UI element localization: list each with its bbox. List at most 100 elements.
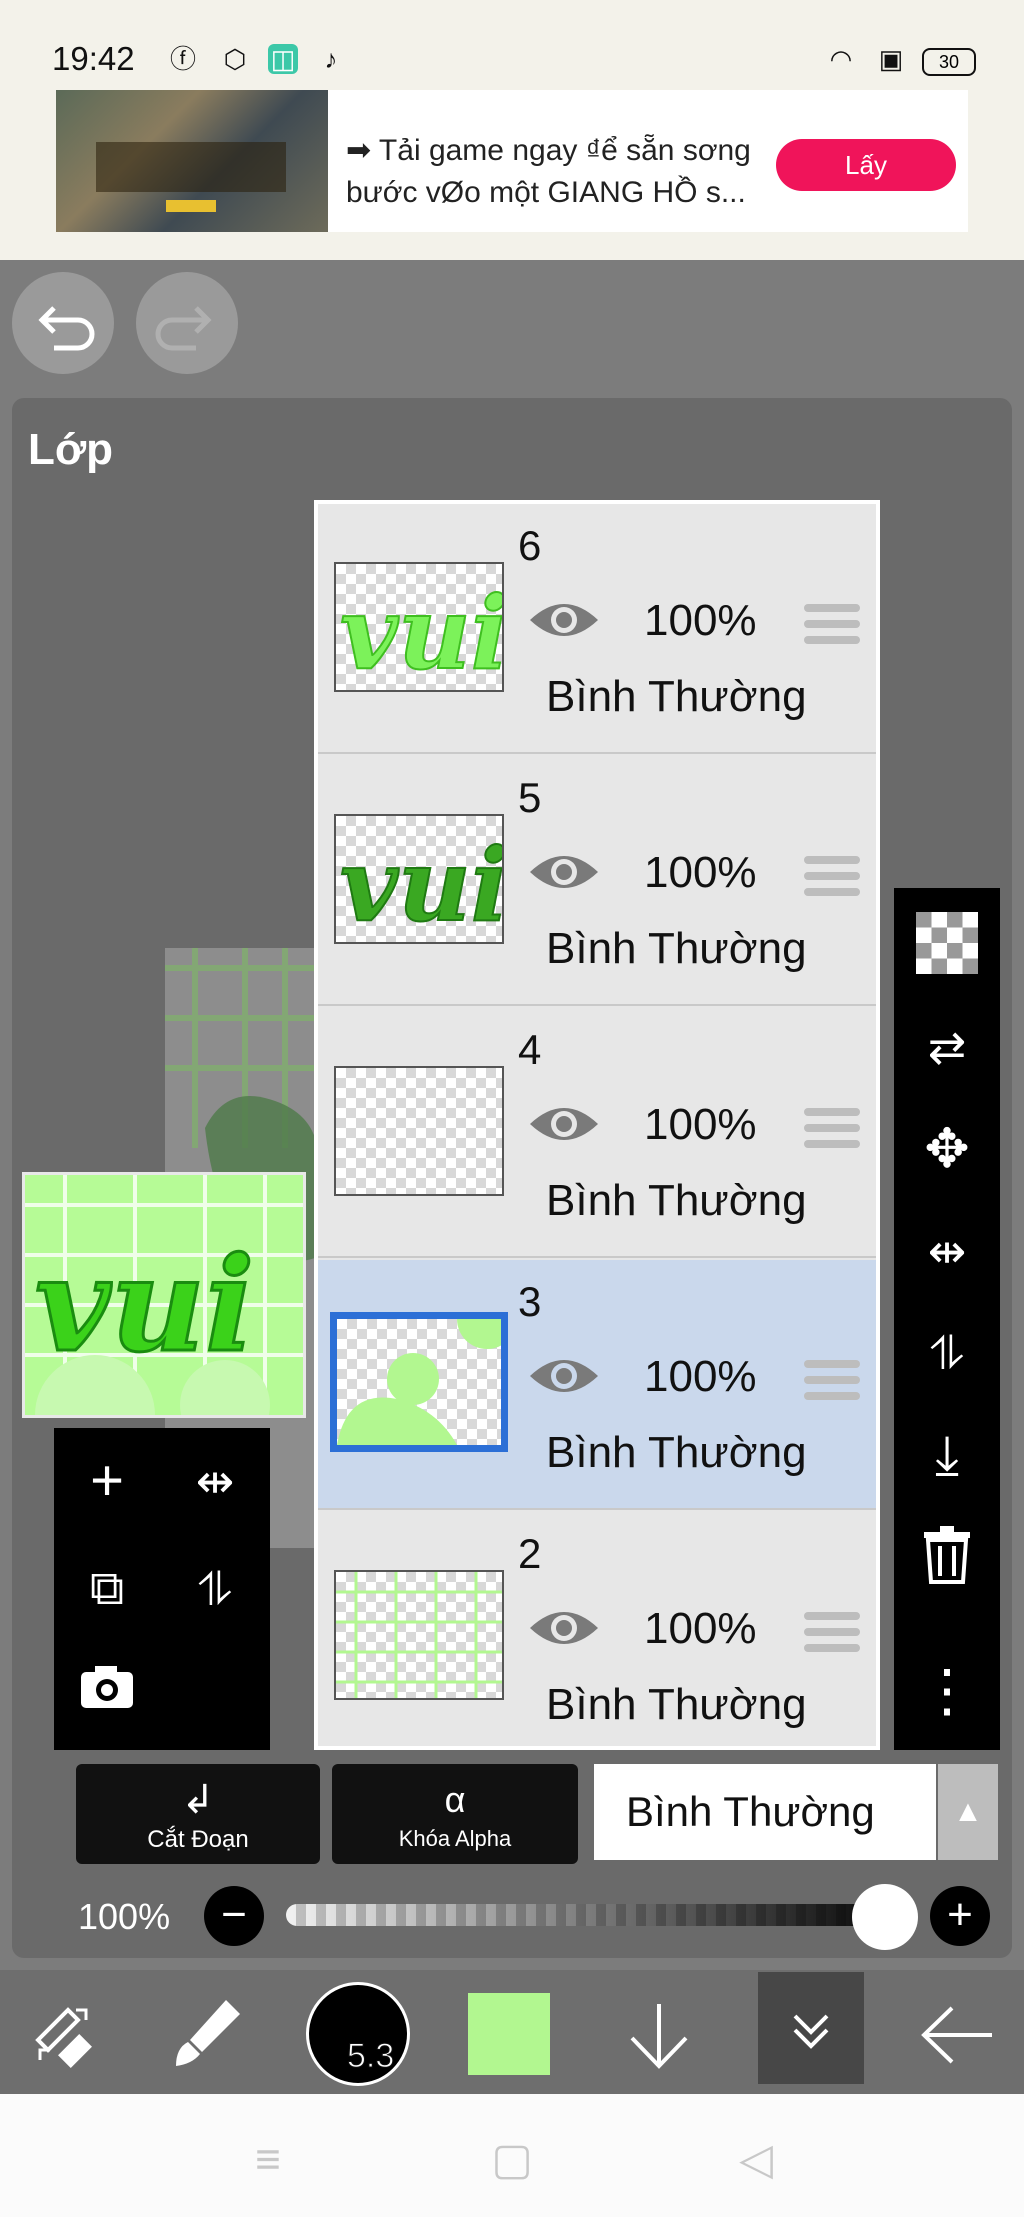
double-chevron-down-button[interactable]	[758, 1972, 864, 2084]
facebook-icon: ⓕ	[169, 44, 196, 74]
layer-thumbnail[interactable]	[330, 1312, 508, 1452]
drag-handle-icon[interactable]	[804, 1612, 860, 1656]
ad-text[interactable]: ➡ Tải game ngay ₫ể sẵn sơng bước vØo một…	[346, 130, 826, 214]
layer-opacity: 100%	[644, 1352, 757, 1401]
wifi-icon: ◠	[829, 44, 853, 74]
add-layer-button[interactable]: +	[62, 1436, 152, 1526]
arrow-left-icon	[921, 2006, 992, 2064]
clip-arrow-icon: ↲	[181, 1778, 215, 1822]
layer-opacity: 100%	[644, 848, 757, 897]
redo-button[interactable]	[136, 272, 238, 374]
opacity-label: 100%	[78, 1896, 171, 1937]
blend-mode-select[interactable]: Bình Thường	[594, 1764, 936, 1860]
trash-icon	[924, 1526, 970, 1584]
drag-handle-icon[interactable]	[804, 856, 860, 900]
lock-alpha-icon: α	[444, 1779, 466, 1820]
flip-vertical-button[interactable]: ⥮	[170, 1544, 260, 1634]
double-chevron-down-icon	[793, 2014, 829, 2049]
ad-banner[interactable]: ➡ Tải game ngay ₫ể sẵn sơng bước vØo một…	[56, 90, 968, 232]
drag-handle-icon[interactable]	[804, 1360, 860, 1404]
screen-icon: ▣	[878, 44, 904, 74]
undo-button[interactable]	[12, 272, 114, 374]
tiktok-icon: ♪	[324, 44, 338, 74]
app-hex-icon: ⬡	[223, 44, 247, 74]
camera-icon	[81, 1666, 133, 1708]
layer-number: 6	[518, 522, 542, 569]
checkerboard-icon	[916, 912, 978, 974]
status-time: 19:42	[52, 40, 135, 77]
transparency-checker-button[interactable]	[914, 912, 980, 978]
redo-icon	[155, 306, 212, 351]
panel-title: Lớp	[28, 425, 114, 474]
flip-vertical-right-button[interactable]: ⥮	[914, 1320, 980, 1386]
svg-text:vui: vui	[340, 826, 502, 942]
more-options-button[interactable]: ⋮	[914, 1658, 980, 1724]
layer-opacity: 100%	[644, 596, 757, 645]
opacity-minus-button[interactable]: −	[204, 1886, 264, 1946]
color-swatch[interactable]	[468, 1993, 550, 2075]
layer-thumbnail[interactable]: vui	[334, 814, 504, 944]
move-button[interactable]: ✥	[914, 1116, 980, 1182]
layer-blend-mode: Bình Thường	[546, 1680, 807, 1729]
visibility-eye-icon[interactable]	[528, 1604, 600, 1652]
brush-icon	[176, 2000, 240, 2066]
layer-thumbnail[interactable]	[334, 1066, 504, 1196]
layer-opacity: 100%	[644, 1100, 757, 1149]
layer-number: 4	[518, 1026, 542, 1073]
down-arrow-button[interactable]	[614, 1990, 704, 2080]
drag-handle-icon[interactable]	[804, 1108, 860, 1152]
layer-row[interactable]: 5 vui 100% Bình Thường	[318, 756, 876, 1006]
alpha-lock-button[interactable]: α Khóa Alpha	[332, 1764, 578, 1864]
duplicate-layer-button[interactable]: ⧉	[62, 1544, 152, 1634]
back-nav-icon[interactable]: ◁	[726, 2130, 786, 2190]
merge-down-button[interactable]: ⤓	[914, 1422, 980, 1488]
layer-opacity: 100%	[644, 1604, 757, 1653]
camera-button[interactable]	[62, 1652, 152, 1742]
arrow-down-icon	[630, 2004, 688, 2069]
ad-image[interactable]	[56, 90, 328, 232]
layer-blend-mode: Bình Thường	[546, 1176, 807, 1225]
delete-layer-button[interactable]	[914, 1524, 980, 1590]
layer-number: 5	[518, 774, 542, 821]
layer-blend-mode: Bình Thường	[546, 672, 807, 721]
layer-row[interactable]: 4 100% Bình Thường	[318, 1008, 876, 1258]
blend-mode-arrow-icon[interactable]: ▲	[938, 1764, 998, 1860]
drag-handle-icon[interactable]	[804, 604, 860, 648]
visibility-eye-icon[interactable]	[528, 596, 600, 644]
battery-icon: 30	[922, 48, 976, 76]
brush-tool-button[interactable]	[162, 1990, 252, 2080]
visibility-eye-icon[interactable]	[528, 1100, 600, 1148]
undo-icon	[38, 306, 95, 351]
canvas-thumbnail[interactable]: vui	[22, 1172, 306, 1418]
layer-number: 2	[518, 1530, 542, 1577]
tool-switch-button[interactable]	[18, 1990, 108, 2080]
layer-row-selected[interactable]: 3 100% Bình Thường	[318, 1260, 876, 1510]
layer-number: 3	[518, 1278, 542, 1325]
opacity-slider-knob[interactable]	[852, 1884, 918, 1950]
app-store-icon: ◫	[268, 44, 298, 74]
swap-layer-button[interactable]: ⇄	[914, 1014, 980, 1080]
layer-blend-mode: Bình Thường	[546, 1428, 807, 1477]
opacity-plus-button[interactable]: +	[930, 1886, 990, 1946]
home-nav-icon[interactable]: ▢	[482, 2130, 542, 2190]
svg-text:vui: vui	[340, 574, 502, 690]
svg-text:vui: vui	[35, 1228, 254, 1381]
flip-horizontal-button[interactable]: ⇹	[170, 1436, 260, 1526]
layer-row[interactable]: 2 100% Bình Thường	[318, 1512, 876, 1746]
layer-thumbnail[interactable]: vui	[334, 562, 504, 692]
ad-cta-button[interactable]: Lấy	[776, 139, 956, 191]
pen-eraser-swap-icon	[35, 2007, 92, 2068]
layer-thumbnail[interactable]	[334, 1570, 504, 1700]
right-toolbox: ⇄ ✥ ⇹ ⥮ ⤓ ⋮	[894, 888, 1000, 1750]
visibility-eye-icon[interactable]	[528, 848, 600, 896]
brush-size-button[interactable]: 5.3	[306, 1982, 410, 2086]
layer-list[interactable]: 6 vui 100% Bình Thường 5 vui 100% Bình T…	[314, 500, 880, 1750]
layer-row[interactable]: 6 vui 100% Bình Thường	[318, 504, 876, 754]
menu-nav-icon[interactable]: ≡	[238, 2130, 298, 2190]
back-button[interactable]	[912, 1990, 1002, 2080]
clipping-button[interactable]: ↲ Cắt Đoạn	[76, 1764, 320, 1864]
opacity-slider[interactable]	[286, 1904, 906, 1926]
layer-blend-mode: Bình Thường	[546, 924, 807, 973]
flip-horizontal-right-button[interactable]: ⇹	[914, 1218, 980, 1284]
visibility-eye-icon[interactable]	[528, 1352, 600, 1400]
